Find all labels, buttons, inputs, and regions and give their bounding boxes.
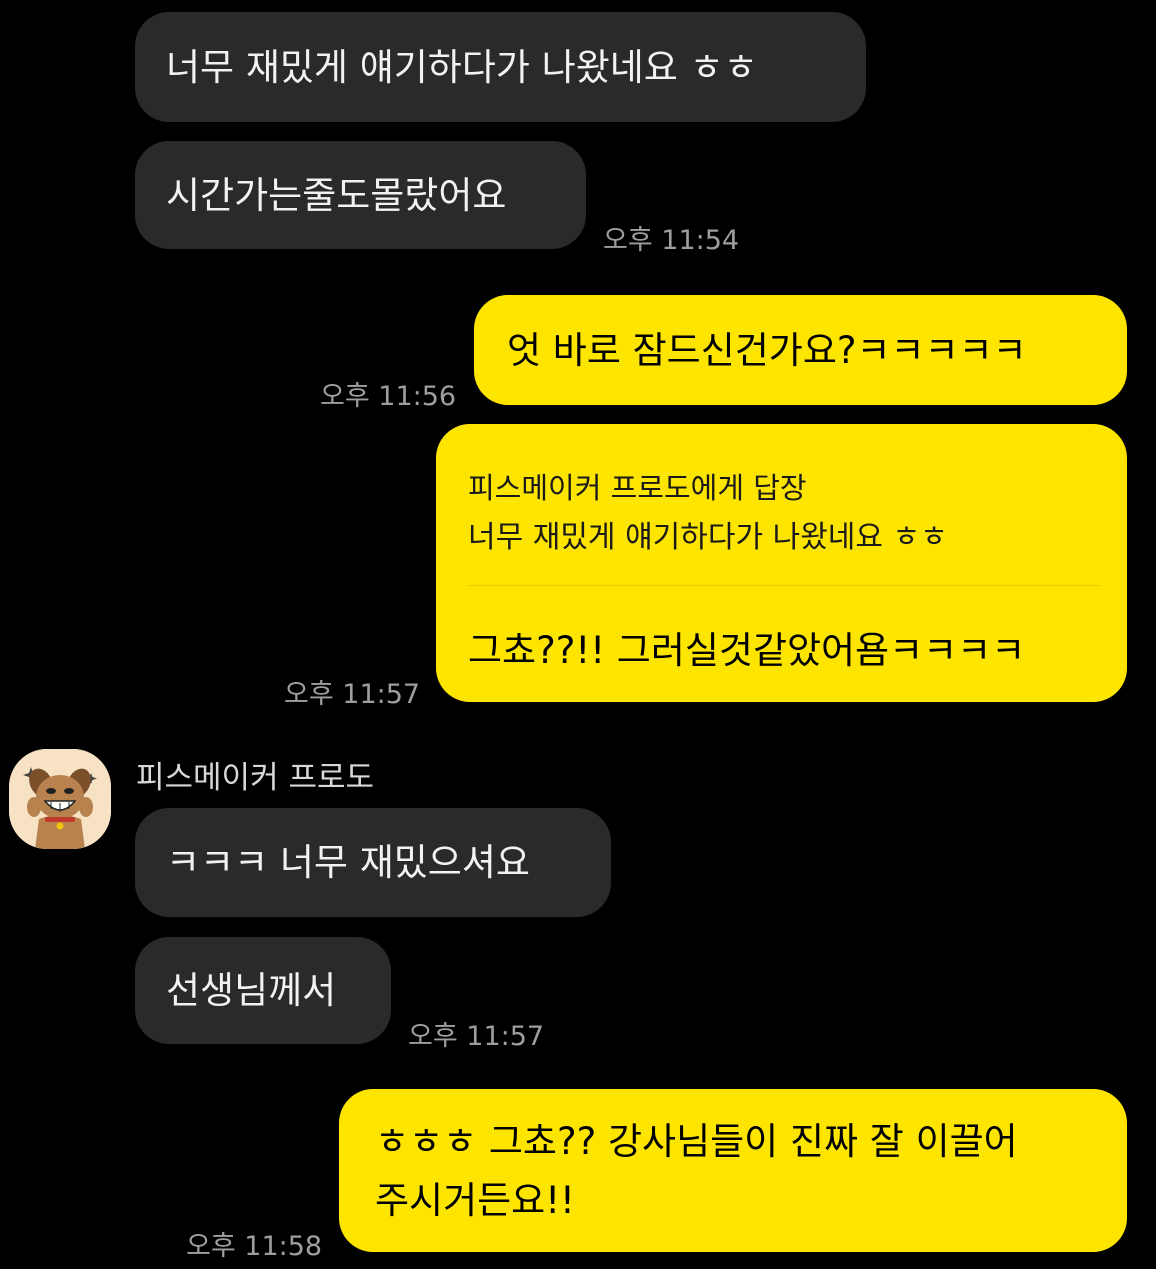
dog-character-avatar-icon[interactable]: [9, 749, 111, 849]
message-bubble-incoming[interactable]: 시간가는줄도몰랐어요: [135, 141, 586, 249]
message-bubble-outgoing[interactable]: 엇 바로 잠드신건가요?ㅋㅋㅋㅋㅋ: [474, 295, 1127, 405]
message-timestamp: 오후 11:57: [284, 679, 421, 710]
message-bubble-incoming[interactable]: ㅋㅋㅋ 너무 재밌으셔요: [135, 808, 611, 917]
message-text-line: ㅎㅎㅎ 그쵸?? 강사님들이 진짜 잘 이끌어: [375, 1119, 1018, 1163]
reply-header: 피스메이커 프로도에게 답장: [468, 471, 807, 505]
message-bubble-outgoing[interactable]: ㅎㅎㅎ 그쵸?? 강사님들이 진짜 잘 이끌어 주시거든요!!: [339, 1089, 1127, 1252]
message-text: 그쵸??!! 그러실것같았어욤ㅋㅋㅋㅋ: [468, 629, 1026, 672]
message-timestamp: 오후 11:58: [186, 1231, 323, 1262]
message-text: ㅋㅋㅋ 너무 재밌으셔요: [166, 841, 530, 884]
quoted-message[interactable]: 너무 재밌게 얘기하다가 나왔네요 ㅎㅎ: [468, 512, 948, 556]
message-text-line: 주시거든요!!: [375, 1178, 575, 1222]
sender-name: 피스메이커 프로도: [136, 760, 375, 796]
message-text: 시간가는줄도몰랐어요: [166, 173, 507, 217]
message-text: 선생님께서: [166, 969, 337, 1012]
message-text: 엇 바로 잠드신건가요?ㅋㅋㅋㅋㅋ: [507, 328, 1027, 372]
message-timestamp: 오후 11:54: [603, 225, 740, 256]
message-timestamp: 오후 11:56: [320, 381, 457, 412]
reply-divider: [468, 585, 1101, 586]
message-timestamp: 오후 11:57: [408, 1021, 545, 1052]
message-bubble-incoming[interactable]: 선생님께서: [135, 937, 391, 1044]
message-bubble-incoming[interactable]: 너무 재밌게 얘기하다가 나왔네요 ㅎㅎ: [135, 12, 866, 122]
message-text: 너무 재밌게 얘기하다가 나왔네요 ㅎㅎ: [166, 45, 758, 89]
